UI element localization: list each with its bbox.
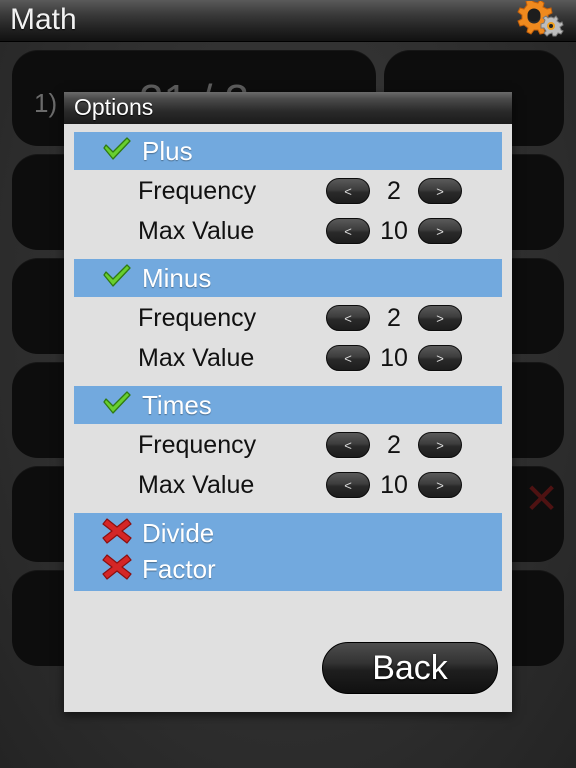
option-row: Frequency <2 > xyxy=(74,171,502,211)
option-row: Frequency <2 > xyxy=(74,425,502,465)
option-row: Max Value <10 > xyxy=(74,211,502,251)
stepper-value: 10 xyxy=(380,216,408,245)
options-dialog: Options Plus Frequency <2 > Max Value <10 > Min… xyxy=(64,92,512,712)
option-label: Max Value xyxy=(138,216,255,245)
stepper: <2 > xyxy=(326,304,462,333)
stepper-decrement-button[interactable]: < xyxy=(326,305,370,331)
back-button[interactable]: Back xyxy=(322,642,498,694)
flag-row-divide[interactable]: Divide xyxy=(102,515,502,551)
stepper: <10 > xyxy=(326,217,462,246)
stepper: <10 > xyxy=(326,471,462,500)
option-row: Frequency <2 > xyxy=(74,298,502,338)
group-name: Plus xyxy=(142,135,193,166)
option-label: Max Value xyxy=(138,470,255,499)
app-root: 1)21 / 3✕ Math Options xyxy=(0,0,576,768)
stepper-increment-button[interactable]: > xyxy=(418,218,462,244)
stepper-decrement-button[interactable]: < xyxy=(326,472,370,498)
check-icon xyxy=(102,263,132,294)
stepper-increment-button[interactable]: > xyxy=(418,305,462,331)
group-name: Minus xyxy=(142,262,212,293)
wrong-mark-icon: ✕ xyxy=(524,475,560,522)
stepper-decrement-button[interactable]: < xyxy=(326,178,370,204)
option-label: Frequency xyxy=(138,303,257,332)
stepper-increment-button[interactable]: > xyxy=(418,178,462,204)
cross-icon xyxy=(102,553,132,585)
stepper: <2 > xyxy=(326,431,462,460)
stepper-value: 10 xyxy=(380,343,408,372)
stepper-increment-button[interactable]: > xyxy=(418,345,462,371)
stepper-decrement-button[interactable]: < xyxy=(326,432,370,458)
gear-icon[interactable] xyxy=(514,1,568,41)
option-row: Max Value <10 > xyxy=(74,465,502,505)
cross-icon xyxy=(102,517,132,549)
titlebar: Math xyxy=(0,0,576,42)
stepper-increment-button[interactable]: > xyxy=(418,472,462,498)
group-header-plus[interactable]: Plus xyxy=(74,132,502,170)
stepper-decrement-button[interactable]: < xyxy=(326,218,370,244)
group-rows: Frequency <2 > Max Value <10 > xyxy=(74,424,502,507)
stepper: <10 > xyxy=(326,344,462,373)
gear-icon-svg xyxy=(517,1,564,37)
option-label: Frequency xyxy=(138,176,257,205)
option-row: Max Value <10 > xyxy=(74,338,502,378)
option-label: Frequency xyxy=(138,430,257,459)
group-rows: Frequency <2 > Max Value <10 > xyxy=(74,297,502,380)
check-icon xyxy=(102,390,132,421)
check-icon xyxy=(102,136,132,167)
group-name: Times xyxy=(142,389,212,420)
group-header-minus[interactable]: Minus xyxy=(74,259,502,297)
flag-name: Divide xyxy=(142,517,215,548)
stepper-value: 10 xyxy=(380,470,408,499)
flag-group: Divide Factor xyxy=(74,513,502,591)
stepper: <2 > xyxy=(326,177,462,206)
page-title: Math xyxy=(10,3,77,36)
flag-row-factor[interactable]: Factor xyxy=(102,551,502,587)
stepper-decrement-button[interactable]: < xyxy=(326,345,370,371)
dialog-title-text: Options xyxy=(74,94,154,120)
group-header-times[interactable]: Times xyxy=(74,386,502,424)
flag-name: Factor xyxy=(142,553,216,584)
dialog-titlebar: Options xyxy=(64,92,512,124)
option-label: Max Value xyxy=(138,343,255,372)
stepper-value: 2 xyxy=(387,430,401,459)
group-rows: Frequency <2 > Max Value <10 > xyxy=(74,170,502,253)
dialog-body: Plus Frequency <2 > Max Value <10 > Minus Freque… xyxy=(64,124,512,712)
stepper-increment-button[interactable]: > xyxy=(418,432,462,458)
stepper-value: 2 xyxy=(387,176,401,205)
stepper-value: 2 xyxy=(387,303,401,332)
